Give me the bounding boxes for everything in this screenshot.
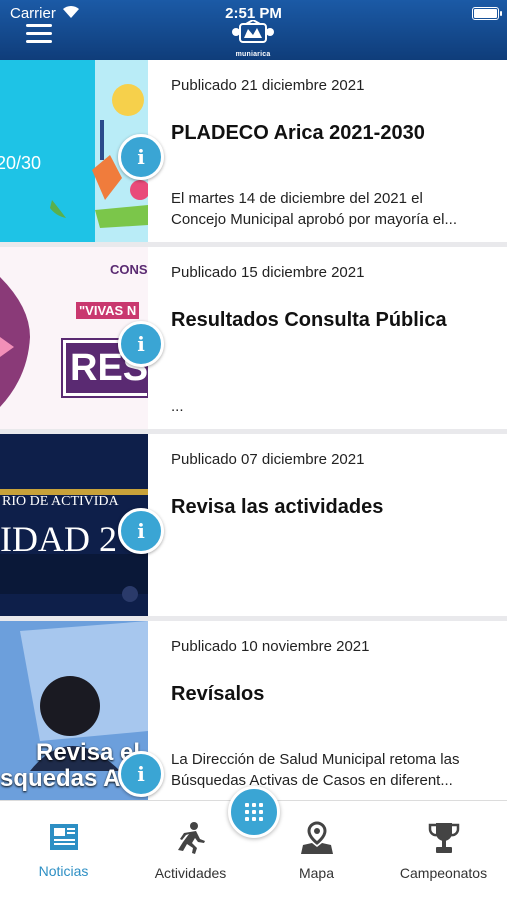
thumbnail-caption: 20/30 <box>0 153 42 173</box>
excerpt-line: Concejo Municipal aprobó por mayoría el.… <box>171 211 457 228</box>
thumbnail-caption: IDAD 2 <box>0 519 117 559</box>
news-title: Resultados Consulta Pública <box>171 309 447 331</box>
info-icon[interactable]: i <box>118 751 164 797</box>
newspaper-icon <box>49 824 78 850</box>
grid-icon <box>245 803 263 821</box>
news-card[interactable]: CONS "VIVAS N RES i Publicado 15 diciemb… <box>0 247 507 429</box>
excerpt-line: El martes 14 de diciembre del 2021 el <box>171 190 423 207</box>
map-pin-icon <box>300 821 333 854</box>
tab-campeonatos[interactable]: Campeonatos <box>393 821 494 881</box>
publish-date: Publicado 15 diciembre 2021 <box>171 264 365 281</box>
apps-grid-button[interactable] <box>228 786 280 838</box>
publish-date: Publicado 07 diciembre 2021 <box>171 451 365 468</box>
tab-noticias[interactable]: Noticias <box>13 821 114 879</box>
hamburger-menu-icon[interactable] <box>26 24 52 44</box>
muniarica-logo: muniarica <box>230 18 276 58</box>
news-title: PLADECO Arica 2021-2030 <box>171 122 425 144</box>
excerpt-line: ... <box>171 398 184 415</box>
excerpt-line: Búsquedas Activas de Casos en diferent..… <box>171 772 453 789</box>
tab-label: Campeonatos <box>399 865 488 881</box>
news-card[interactable]: 20/30 i Publicado 21 diciembre 2021 PLAD… <box>0 60 507 242</box>
news-excerpt: ... <box>171 375 496 417</box>
news-title: Revísalos <box>171 683 265 705</box>
tab-actividades[interactable]: Actividades <box>140 821 241 881</box>
info-icon[interactable]: i <box>118 321 164 367</box>
publish-date: Publicado 21 diciembre 2021 <box>171 77 365 94</box>
news-title: Revisa las actividades <box>171 496 384 518</box>
excerpt-line: La Dirección de Salud Municipal retoma l… <box>171 751 460 768</box>
thumbnail-caption: CONS <box>110 262 148 277</box>
info-icon[interactable]: i <box>118 134 164 180</box>
news-card[interactable]: RIO DE ACTIVIDA IDAD 2 i Publicado 07 di… <box>0 434 507 616</box>
logo-text: muniarica <box>235 51 271 58</box>
tab-label: Actividades <box>154 865 227 881</box>
excerpt-line <box>171 375 496 396</box>
thumbnail-caption: "VIVAS N <box>76 302 140 319</box>
thumbnail-caption: RIO DE ACTIVIDA <box>2 494 119 509</box>
battery-icon <box>472 7 502 20</box>
tab-mapa[interactable]: Mapa <box>266 821 367 881</box>
trophy-icon <box>428 823 459 853</box>
app-screen: { "status_bar": {"carrier": "Carrier", "… <box>0 0 507 900</box>
tab-label: Mapa <box>298 865 335 881</box>
news-excerpt: La Dirección de Salud Municipal retoma l… <box>171 749 496 791</box>
news-card[interactable]: Revisa el squedas Act i Publicado 10 nov… <box>0 621 507 803</box>
tab-label: Noticias <box>38 863 89 879</box>
runner-icon <box>177 822 205 854</box>
top-navigation-bar: Carrier 2:51 PM muniarica <box>0 0 507 60</box>
publish-date: Publicado 10 noviembre 2021 <box>171 638 370 655</box>
news-excerpt: El martes 14 de diciembre del 2021 el Co… <box>171 188 496 230</box>
info-icon[interactable]: i <box>118 508 164 554</box>
